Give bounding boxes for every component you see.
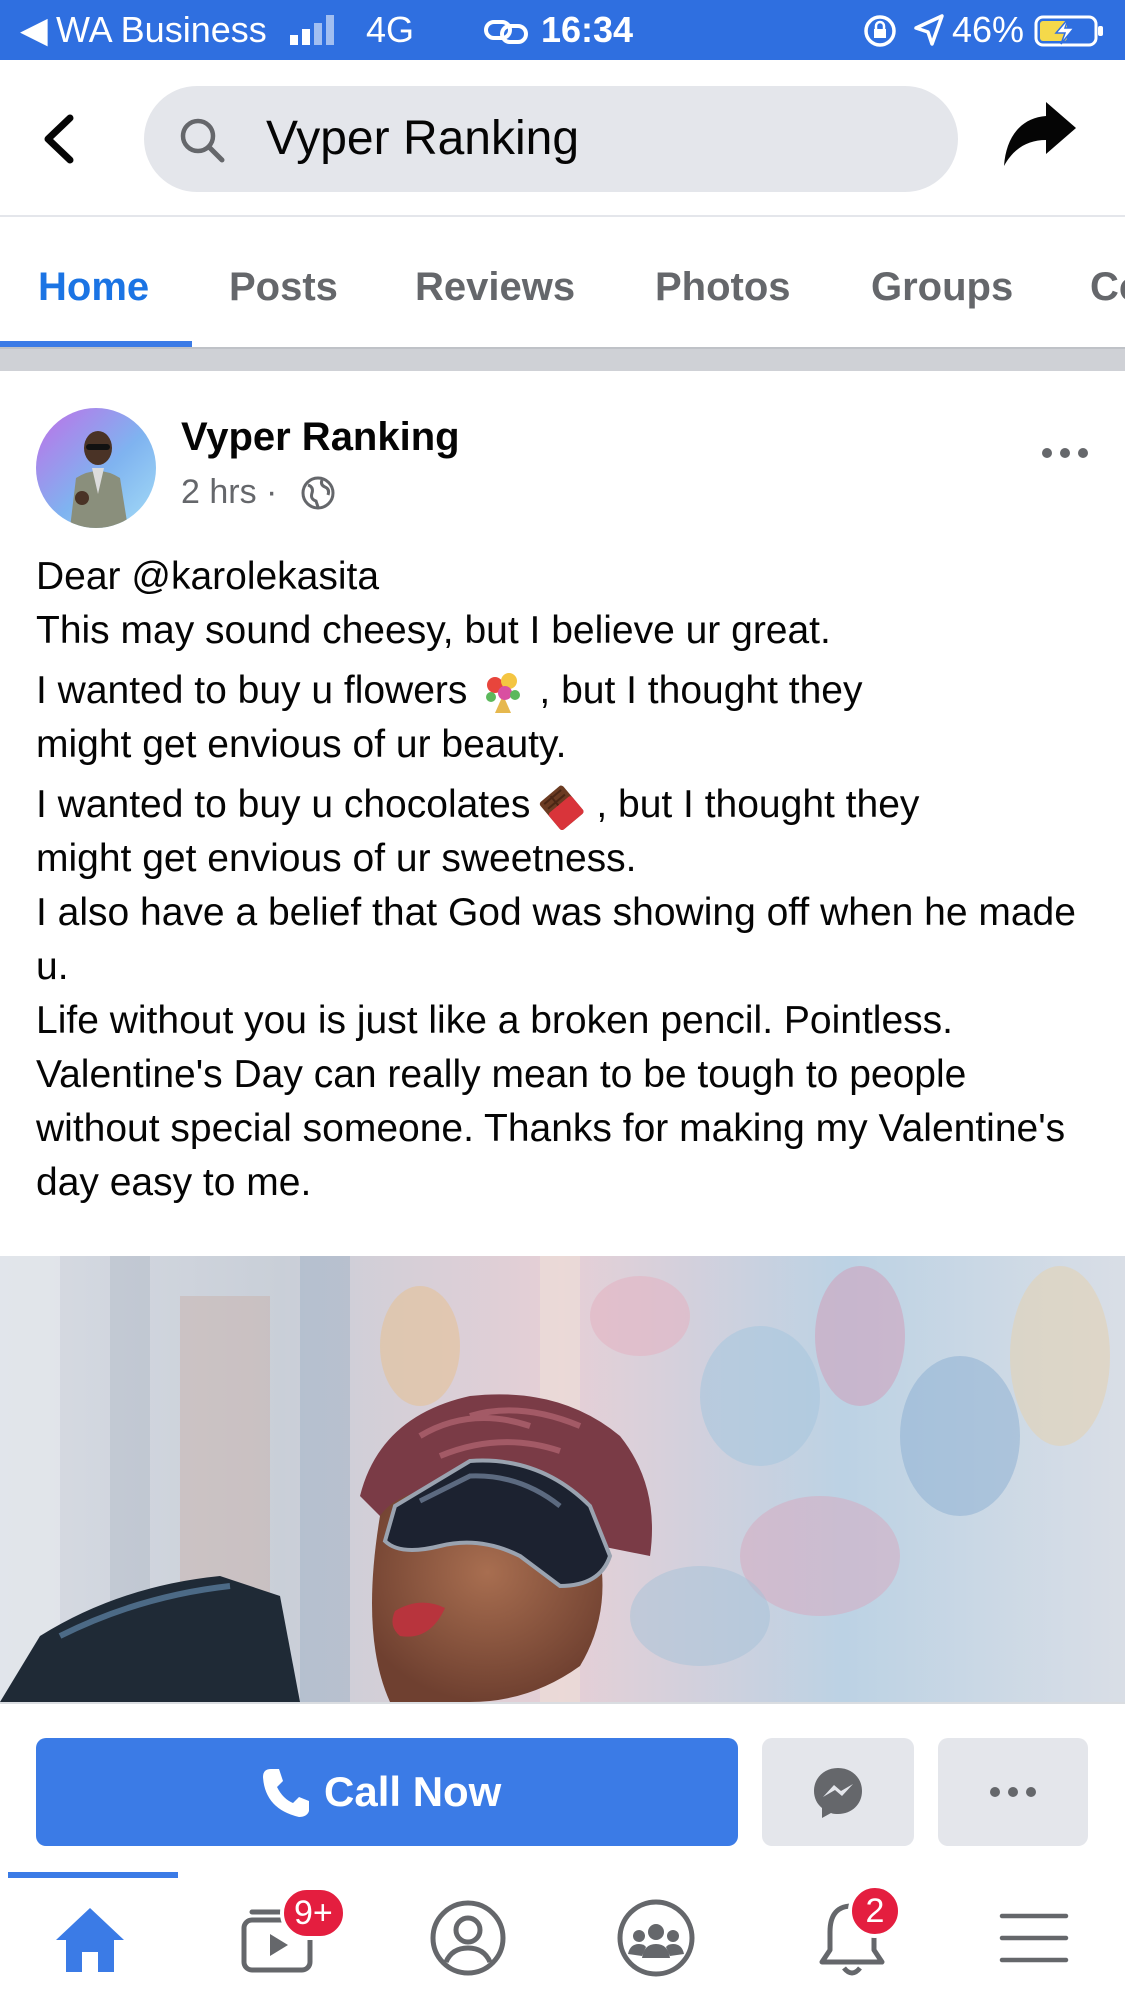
search-query[interactable]: Vyper Ranking	[266, 110, 579, 168]
tab-reviews[interactable]: Reviews	[415, 263, 575, 311]
more-actions-button[interactable]	[938, 1738, 1088, 1846]
post-time: 2 hrs ·	[181, 471, 277, 513]
location-icon	[914, 14, 944, 46]
back-arrow-icon[interactable]	[30, 104, 90, 174]
bouquet-emoji-icon	[486, 672, 521, 713]
avatar[interactable]	[36, 408, 156, 528]
post-line-part: , but I thought they	[596, 783, 920, 826]
nav-watch[interactable]: 9+	[238, 1886, 348, 1992]
battery-icon	[1034, 15, 1103, 47]
post-photo[interactable]	[0, 1256, 1125, 1702]
nav-profile[interactable]	[428, 1892, 538, 1992]
active-nav-indicator	[8, 1872, 178, 1878]
post-line-part: I wanted to buy u chocolates	[36, 783, 531, 826]
nav-notifications[interactable]: 2	[812, 1884, 922, 1992]
chocolate-emoji-icon	[540, 785, 584, 830]
notifications-badge: 2	[848, 1884, 902, 1938]
status-carrier[interactable]: WA Business	[56, 9, 267, 51]
watch-badge: 9+	[280, 1886, 347, 1940]
menu-icon	[999, 1913, 1069, 1963]
signal-icon	[290, 15, 334, 45]
post-line: Dear @karolekasita	[36, 555, 380, 598]
nav-groups[interactable]	[616, 1892, 726, 1992]
post-author[interactable]: Vyper Ranking	[181, 413, 460, 461]
tab-home[interactable]: Home	[38, 263, 149, 311]
more-icon	[990, 1787, 1036, 1797]
status-time: 16:34	[541, 9, 634, 50]
section-divider	[0, 347, 1125, 371]
bottom-nav: 9+ 2	[0, 1872, 1125, 2001]
page: ◀ WA Business 4G 16:34 46% Vyper Ranking…	[0, 0, 1125, 2001]
link-icon	[484, 20, 528, 44]
nav-menu[interactable]	[996, 1892, 1106, 1992]
post-line: Valentine's Day can really mean to be to…	[36, 1053, 1066, 1204]
post-line: I also have a belief that God was showin…	[36, 891, 1076, 988]
tab-community[interactable]: Co	[1090, 263, 1125, 311]
post-body: Dear @karolekasita This may sound cheesy…	[36, 550, 1096, 1210]
more-icon[interactable]	[1040, 441, 1090, 465]
status-back-glyph[interactable]: ◀	[20, 9, 48, 51]
globe-icon	[301, 476, 335, 510]
home-icon	[56, 1908, 124, 1972]
groups-icon	[617, 1899, 695, 1977]
phone-icon	[263, 1769, 309, 1817]
status-battery-percent: 46%	[952, 9, 1025, 50]
call-now-label: Call Now	[324, 1768, 502, 1815]
post-line-part: , but I thought they	[539, 669, 863, 712]
post-line: This may sound cheesy, but I believe ur …	[36, 609, 831, 652]
tab-posts[interactable]: Posts	[229, 263, 338, 311]
post-time-separator: ·	[266, 473, 278, 511]
post-line: I wanted to buy u chocolates , but I tho…	[36, 778, 1096, 832]
profile-icon	[430, 1900, 506, 1976]
call-now-button[interactable]: Call Now	[36, 1738, 738, 1846]
tab-photos[interactable]: Photos	[655, 263, 791, 311]
page-tabs: Home Posts Reviews Photos Groups Co	[0, 217, 1125, 347]
messenger-button[interactable]	[762, 1738, 914, 1846]
search-icon	[180, 118, 225, 163]
post-line: I wanted to buy u flowers , but I though…	[36, 664, 1096, 718]
messenger-icon	[814, 1768, 862, 1818]
post-time-label[interactable]: 2 hrs	[181, 473, 257, 511]
nav-home[interactable]	[50, 1892, 160, 1992]
rotation-lock-icon	[864, 15, 896, 47]
post-card: Vyper Ranking 2 hrs · Dear @karolekasita…	[0, 371, 1125, 1702]
tab-groups[interactable]: Groups	[871, 263, 1013, 311]
post-line: might get envious of ur sweetness.	[36, 837, 637, 880]
post-line-part: I wanted to buy u flowers	[36, 669, 468, 712]
post-line: Life without you is just like a broken p…	[36, 999, 953, 1042]
post-line: might get envious of ur beauty.	[36, 723, 567, 766]
share-icon[interactable]	[1000, 98, 1082, 178]
status-network: 4G	[366, 9, 415, 50]
search-bar[interactable]: Vyper Ranking	[144, 86, 958, 192]
status-bar: ◀ WA Business 4G 16:34 46%	[0, 0, 1125, 60]
search-header: Vyper Ranking	[0, 60, 1125, 217]
page-action-bar: Call Now	[0, 1702, 1125, 1872]
